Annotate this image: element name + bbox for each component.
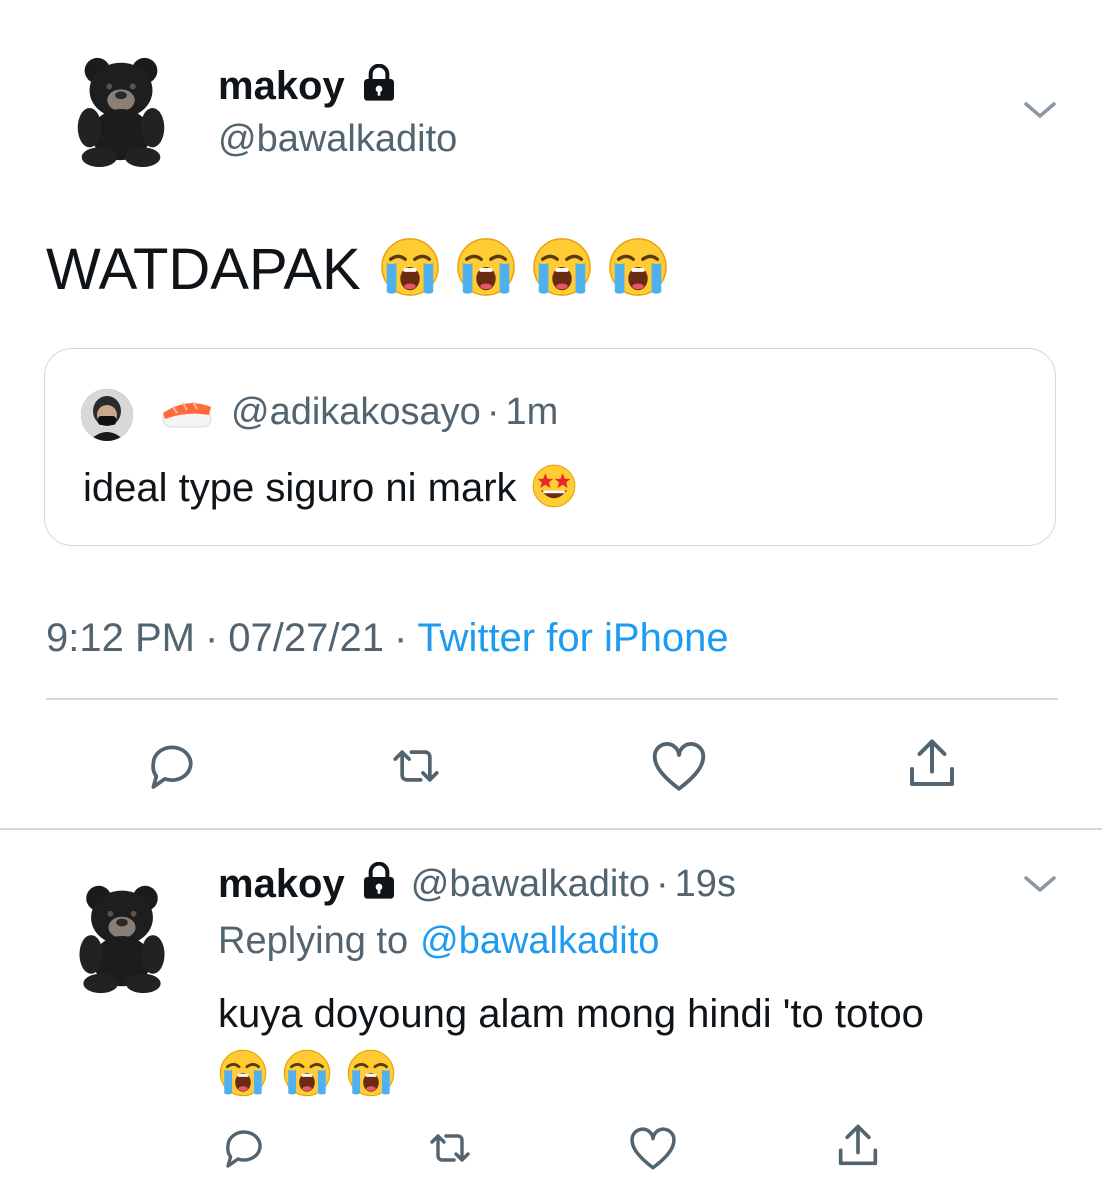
meta-separator: · [204, 616, 219, 660]
crying-emoji-icon [531, 236, 593, 303]
tweet-text-content: WATDAPAK [46, 237, 361, 302]
quoted-text: ideal type siguro ni mark [83, 466, 517, 510]
divider [0, 828, 1102, 830]
reply-author-row: makoy @bawalkadito · 19s [218, 861, 736, 907]
reply-author-avatar[interactable] [64, 870, 180, 1004]
heart-icon[interactable] [628, 1126, 678, 1177]
reply-time: 19s [674, 863, 736, 905]
quoted-author-avatar[interactable] [81, 389, 133, 441]
replying-to-label: Replying to [218, 920, 409, 962]
replying-to-handle[interactable]: @bawalkadito [420, 920, 659, 963]
reply-author-handle[interactable]: @bawalkadito [411, 863, 650, 906]
reply-icon[interactable] [220, 1124, 268, 1177]
share-icon[interactable] [902, 734, 962, 799]
retweet-icon[interactable] [424, 1124, 476, 1177]
reply-text: kuya doyoung alam mong hindi 'to totoo [218, 992, 924, 1036]
quoted-handle[interactable]: @adikakosayo [231, 391, 481, 434]
chevron-down-icon[interactable] [1020, 96, 1060, 129]
author-avatar[interactable] [62, 42, 180, 178]
meta-separator: · [394, 616, 408, 660]
reply-time-separator: · [656, 863, 669, 905]
lock-icon [359, 861, 399, 907]
crying-emoji-icon [346, 1048, 396, 1103]
crying-emoji-icon [218, 1048, 268, 1103]
tweet-time: 9:12 PM [46, 616, 195, 660]
crying-emoji-icon [455, 236, 517, 303]
tweet-text: WATDAPAK [46, 236, 669, 303]
reply-author-name[interactable]: makoy [218, 862, 345, 907]
chevron-down-icon[interactable] [1020, 870, 1060, 903]
quoted-text-row: ideal type siguro ni mark [83, 463, 577, 514]
quoted-time: 1m [505, 391, 559, 433]
reply-emoji-row [218, 1048, 396, 1103]
sushi-icon [159, 391, 215, 438]
author-name-row[interactable]: makoy [218, 63, 399, 109]
crying-emoji-icon [607, 236, 669, 303]
heart-icon[interactable] [650, 740, 708, 799]
retweet-icon[interactable] [386, 738, 446, 799]
quoted-tweet[interactable]: @adikakosayo · 1m ideal type siguro ni m… [44, 348, 1056, 546]
replying-to: Replying to @bawalkadito [218, 920, 659, 963]
tweet-source-link[interactable]: Twitter for iPhone [417, 616, 728, 661]
share-icon[interactable] [832, 1120, 884, 1177]
crying-emoji-icon [379, 236, 441, 303]
tweet-meta: 9:12 PM · 07/27/21 · Twitter for iPhone [46, 616, 729, 661]
author-handle[interactable]: @bawalkadito [218, 118, 457, 161]
quoted-meta: @adikakosayo · 1m [231, 391, 558, 434]
quoted-time-separator: · [486, 391, 500, 433]
divider [46, 698, 1058, 700]
author-name[interactable]: makoy [218, 64, 345, 109]
crying-emoji-icon [282, 1048, 332, 1103]
lock-icon [359, 63, 399, 109]
reply-icon[interactable] [144, 738, 200, 799]
star-struck-emoji-icon [531, 463, 577, 514]
tweet-date: 07/27/21 [228, 616, 384, 660]
